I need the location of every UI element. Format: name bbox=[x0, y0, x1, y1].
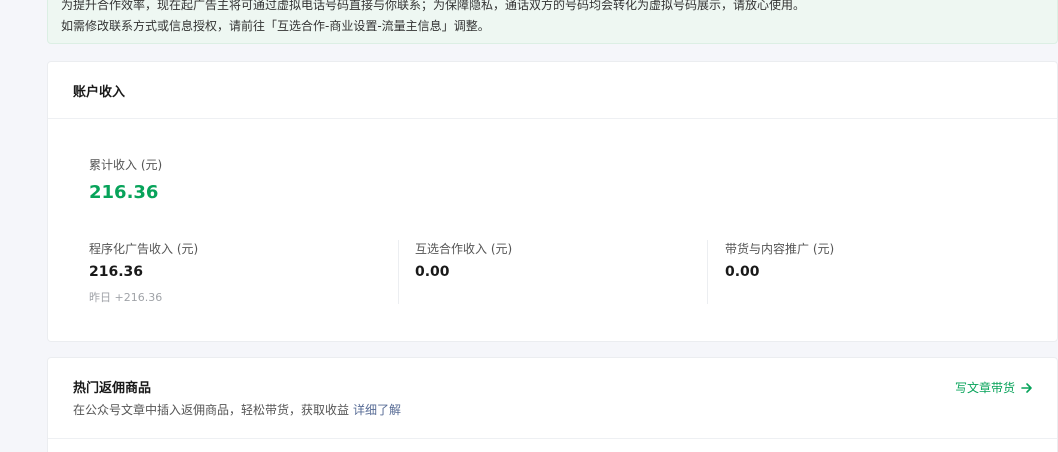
learn-more-link[interactable]: 详细了解 bbox=[353, 403, 401, 417]
notice-banner: 为提升合作效率，现在起广告主将可通过虚拟电话号码直接与你联系；为保障隐私，通话双… bbox=[47, 0, 1058, 44]
divider bbox=[48, 438, 1057, 439]
column-divider bbox=[707, 240, 708, 304]
notice-line-2-prefix: 如需修改联系方式或信息授权，请前往 bbox=[61, 19, 266, 33]
card-title: 热门返佣商品 bbox=[73, 381, 152, 396]
income-column-label: 带货与内容推广 (元) bbox=[725, 242, 835, 256]
income-column-value: 0.00 bbox=[725, 264, 760, 280]
income-column-label: 程序化广告收入 (元) bbox=[89, 242, 199, 256]
account-income-card: 账户收入 累计收入 (元) 216.36 程序化广告收入 (元) 216.36 … bbox=[47, 61, 1058, 342]
write-article-label: 写文章带货 bbox=[954, 381, 1015, 395]
notice-line-2: 如需修改联系方式或信息授权，请前往「互选合作-商业设置-流量主信息」调整。 bbox=[61, 17, 490, 36]
income-column-programmatic-ads: 程序化广告收入 (元) 216.36 昨日 +216.36 bbox=[89, 238, 399, 304]
card-header: 账户收入 bbox=[48, 62, 1057, 119]
notice-line-2-suffix: 调整。 bbox=[453, 19, 490, 33]
notice-settings-link[interactable]: 「互选合作-商业设置-流量主信息」 bbox=[265, 19, 454, 33]
write-article-button[interactable]: 写文章带货 bbox=[955, 379, 1033, 396]
card-title: 账户收入 bbox=[73, 85, 126, 100]
hot-goods-description-text: 在公众号文章中插入返佣商品，轻松带货，获取收益 bbox=[73, 403, 350, 417]
income-column-sales-promotion: 带货与内容推广 (元) 0.00 bbox=[725, 238, 1025, 304]
income-column-value: 0.00 bbox=[415, 264, 450, 280]
income-column-value: 216.36 bbox=[89, 264, 144, 280]
income-column-mutual-selection: 互选合作收入 (元) 0.00 bbox=[415, 238, 715, 304]
total-income-label: 累计收入 (元) bbox=[89, 158, 163, 172]
income-column-yesterday: 昨日 +216.36 bbox=[89, 291, 163, 304]
income-column-label: 互选合作收入 (元) bbox=[415, 242, 513, 256]
notice-line-1: 为提升合作效率，现在起广告主将可通过虚拟电话号码直接与你联系；为保障隐私，通话双… bbox=[61, 0, 806, 12]
column-divider bbox=[398, 240, 399, 304]
hot-goods-card: 热门返佣商品 在公众号文章中插入返佣商品，轻松带货，获取收益 详细了解 写文章带货 bbox=[47, 357, 1058, 452]
hot-goods-description: 在公众号文章中插入返佣商品，轻松带货，获取收益 详细了解 bbox=[73, 401, 401, 418]
total-income-value: 216.36 bbox=[89, 182, 159, 203]
page: 为提升合作效率，现在起广告主将可通过虚拟电话号码直接与你联系；为保障隐私，通话双… bbox=[0, 0, 1058, 452]
arrow-right-icon bbox=[1021, 382, 1033, 394]
